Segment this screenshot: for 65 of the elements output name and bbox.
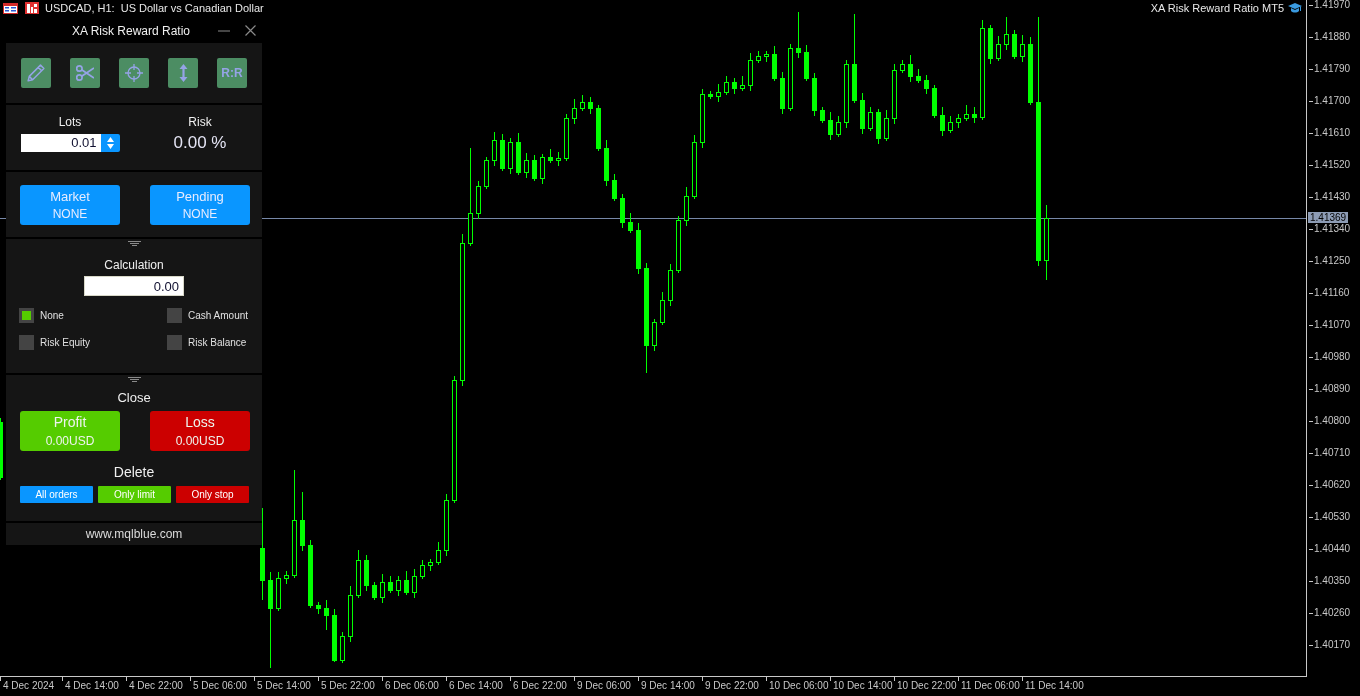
price-label: 1.41970 [1309,0,1351,11]
price-label: 1.41340 [1309,223,1351,235]
pencil-icon [27,64,45,82]
chart-symbol: USDCAD, H1: [45,1,115,15]
table-icon [3,2,18,14]
order-type-button[interactable]: Pending NONE [150,185,250,225]
close-label: Close [117,390,151,405]
price-label: 1.40710 [1309,447,1351,459]
option-label: Cash Amount [188,309,249,322]
price-label: 1.41070 [1309,319,1351,331]
panel-title: XA Risk Reward Ratio [70,23,191,38]
tool-button[interactable] [119,58,149,88]
delete-label: Delete [113,464,155,480]
tool-button[interactable] [168,58,198,88]
up-down-arrow-icon [178,63,188,83]
option-label: None [40,309,64,322]
price-label: 1.40170 [1309,639,1351,651]
price-label: 1.41160 [1309,287,1350,299]
option-label: Risk Equity [40,336,90,349]
price-label: 1.40530 [1309,511,1351,523]
price-label: 1.40620 [1309,479,1351,491]
price-label: 1.41880 [1309,31,1351,43]
tool-button[interactable] [70,58,100,88]
graduation-cap-icon [1288,2,1302,14]
delete-orders-button[interactable]: Only stop [176,486,249,503]
lots-label: Lots [58,115,82,129]
close-positions-button[interactable]: Profit 0.00USD [20,411,120,451]
calculation-field[interactable]: 0.00 [84,276,184,296]
price-label: 1.41700 [1309,95,1351,107]
price-label: 1.40890 [1309,383,1351,395]
indicator-name: XA Risk Reward Ratio MT5 [1150,1,1284,15]
option-label: Risk Balance [188,336,247,349]
delete-orders-button[interactable]: All orders [20,486,93,503]
tool-button[interactable] [21,58,51,88]
checkbox[interactable] [19,308,34,323]
price-label: 1.41520 [1309,159,1351,171]
price-label: 1.41250 [1309,255,1351,267]
checkbox[interactable] [167,308,182,323]
price-label: 1.41610 [1309,127,1351,139]
checkbox[interactable] [19,335,34,350]
price-label: 1.41430 [1309,191,1351,203]
scissors-icon [76,64,94,82]
calculation-label: Calculation [104,258,164,272]
minimize-icon[interactable] [218,29,230,32]
price-label: 1.40260 [1309,607,1351,619]
current-price-label: 1.41369 [1308,212,1349,223]
website-text: www.mqlblue.com [85,527,183,541]
lots-field[interactable]: 0.01 [20,134,101,152]
price-label: 1.41790 [1309,63,1351,75]
risk-value: 0.00 % [173,133,227,153]
chart-description: US Dollar vs Canadian Dollar [120,1,264,15]
price-label: 1.40980 [1309,351,1351,363]
checkbox[interactable] [167,335,182,350]
risk-label: Risk [188,115,212,129]
price-label: 1.40800 [1309,415,1351,427]
crosshair-icon [125,64,143,82]
close-icon[interactable] [245,25,256,36]
bar-chart-icon [25,2,39,14]
tool-button[interactable]: R:R [217,58,247,88]
delete-orders-button[interactable]: Only limit [98,486,171,503]
price-label: 1.40350 [1309,575,1351,587]
order-type-button[interactable]: Market NONE [20,185,120,225]
price-label: 1.40440 [1309,543,1351,555]
up-down-triangles-icon [106,137,114,149]
close-positions-button[interactable]: Loss 0.00USD [150,411,250,451]
